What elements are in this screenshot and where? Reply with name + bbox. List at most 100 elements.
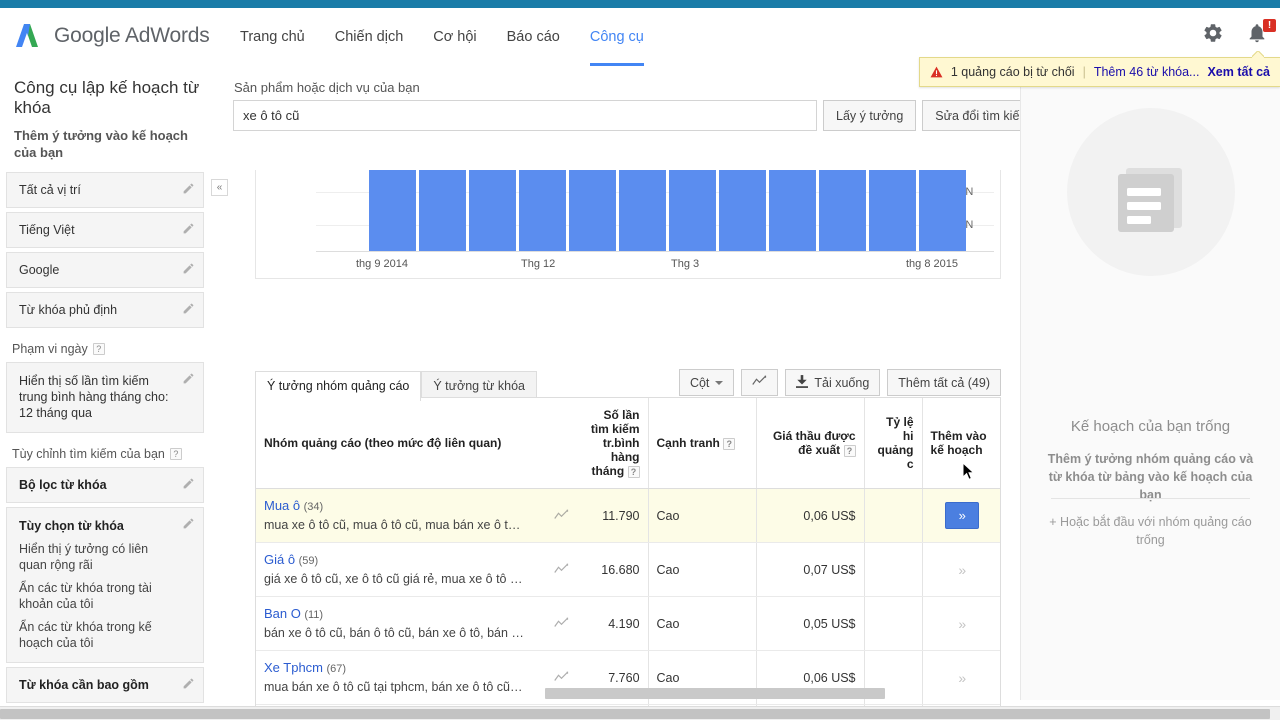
pencil-icon[interactable] xyxy=(182,477,195,490)
table-horizontal-scrollbar[interactable] xyxy=(545,688,885,699)
bell-icon[interactable]: ! xyxy=(1246,22,1272,52)
help-icon[interactable]: ? xyxy=(628,466,640,478)
axis-line xyxy=(316,251,994,252)
cell-ad-group[interactable]: Xe Tphcm (67) mua bán xe ô tô cũ tại tph… xyxy=(256,651,546,705)
cell-competition: Cao xyxy=(648,489,756,543)
chart-bar xyxy=(369,170,416,251)
cell-competition: Cao xyxy=(648,597,756,651)
pencil-icon[interactable] xyxy=(182,372,195,385)
chart-toggle-button[interactable] xyxy=(741,369,778,396)
chart-bar xyxy=(469,170,516,251)
ad-group-name[interactable]: Giá ô xyxy=(264,552,295,567)
search-volume-chart: 200 N 100 N thg 9 2014 Thg 12 Thg 3 thg … xyxy=(255,170,1001,279)
notification-view-all-link[interactable]: Xem tất cả xyxy=(1207,65,1270,79)
brand[interactable]: Google AdWords xyxy=(12,20,210,52)
chart-bar xyxy=(569,170,616,251)
targeting-option-language[interactable]: Tiếng Việt xyxy=(6,212,204,248)
cell-sparkline[interactable] xyxy=(546,597,576,651)
cell-ad-group[interactable]: Ban O (11) bán xe ô tô cũ, bán ô tô cũ, … xyxy=(256,597,546,651)
keywords-to-include-card[interactable]: Từ khóa cần bao gồm xyxy=(6,667,204,703)
ad-group-name[interactable]: Ban O xyxy=(264,606,301,621)
plan-divider xyxy=(1051,498,1250,499)
banner-pointer xyxy=(1252,51,1264,58)
collapse-sidebar-button[interactable]: « xyxy=(211,179,228,196)
cell-sparkline[interactable] xyxy=(546,489,576,543)
keyword-filters-card[interactable]: Bộ lọc từ khóa xyxy=(6,467,204,503)
nav-label: Chiến dịch xyxy=(335,29,404,45)
get-ideas-button[interactable]: Lấy ý tưởng xyxy=(823,100,916,131)
add-to-plan-button[interactable]: » xyxy=(945,502,979,529)
chart-bar xyxy=(619,170,666,251)
plan-empty-subtitle: Thêm ý tưởng nhóm quảng cáo và từ khóa t… xyxy=(1047,450,1254,504)
ad-group-name[interactable]: Mua ô xyxy=(264,498,300,513)
mouse-cursor xyxy=(962,462,975,486)
targeting-option-locations[interactable]: Tất cả vị trí xyxy=(6,172,204,208)
cell-add-to-plan[interactable]: » xyxy=(922,597,1001,651)
column-header-ad-group[interactable]: Nhóm quảng cáo (theo mức độ liên quan) xyxy=(256,398,576,489)
table-row[interactable]: Giá ô (59) giá xe ô tô cũ, xe ô tô cũ gi… xyxy=(256,543,1001,597)
cell-ad-group[interactable]: Mua ô (34) mua xe ô tô cũ, mua ô tô cũ, … xyxy=(256,489,546,543)
targeting-option-label: Google xyxy=(19,263,59,277)
keyword-options-card[interactable]: Tùy chọn từ khóa Hiển thị ý tưởng có liê… xyxy=(6,507,204,663)
add-to-plan-button[interactable]: » xyxy=(931,670,995,686)
cell-sparkline[interactable] xyxy=(546,543,576,597)
help-icon[interactable]: ? xyxy=(170,448,182,460)
customize-search-section-label: Tùy chỉnh tìm kiếm của bạn ? xyxy=(12,447,204,461)
notification-banner[interactable]: 1 quảng cáo bị từ chối | Thêm 46 từ khóa… xyxy=(919,57,1280,87)
table-row[interactable]: Mua ô (34) mua xe ô tô cũ, mua ô tô cũ, … xyxy=(256,489,1001,543)
column-header-competition[interactable]: Cạnh tranh ? xyxy=(648,398,756,489)
nav-item-chien-dich[interactable]: Chiến dịch xyxy=(320,8,419,66)
help-icon[interactable]: ? xyxy=(844,445,856,457)
ad-group-count: (59) xyxy=(299,555,319,567)
column-header-avg-searches[interactable]: Số lần tìm kiếm tr.bình hàng tháng ? xyxy=(576,398,648,489)
columns-button[interactable]: Cột xyxy=(679,369,734,396)
nav-item-trang-chu[interactable]: Trang chủ xyxy=(225,8,320,66)
cell-add-to-plan[interactable]: » xyxy=(922,543,1001,597)
pencil-icon[interactable] xyxy=(182,222,195,235)
help-icon[interactable]: ? xyxy=(723,438,735,450)
cell-ad-group[interactable]: Giá ô (59) giá xe ô tô cũ, xe ô tô cũ gi… xyxy=(256,543,546,597)
table-toolbar: Cột Tải xuống Thêm tất cả (49) xyxy=(679,369,1001,396)
pencil-icon[interactable] xyxy=(182,182,195,195)
warning-triangle-icon xyxy=(930,66,943,78)
tab-ad-group-ideas[interactable]: Ý tưởng nhóm quảng cáo xyxy=(255,371,421,401)
nav-label: Công cụ xyxy=(590,29,644,45)
start-empty-ad-group-link[interactable]: + Hoặc bắt đầu với nhóm quảng cáo trống xyxy=(1047,513,1254,549)
ad-group-count: (67) xyxy=(327,663,347,675)
add-to-plan-button[interactable]: » xyxy=(931,562,995,578)
nav-item-bao-cao[interactable]: Báo cáo xyxy=(492,8,575,66)
date-range-value-card[interactable]: Hiển thị số lần tìm kiếm trung bình hàng… xyxy=(6,362,204,433)
targeting-option-network[interactable]: Google xyxy=(6,252,204,288)
nav-item-cong-cu[interactable]: Công cụ xyxy=(575,8,659,66)
pencil-icon[interactable] xyxy=(182,517,195,530)
page-scrollbar[interactable] xyxy=(0,706,1280,720)
x-axis-tick: thg 8 2015 xyxy=(906,258,958,270)
nav-label: Cơ hội xyxy=(433,29,476,45)
help-icon[interactable]: ? xyxy=(93,343,105,355)
table-body: Mua ô (34) mua xe ô tô cũ, mua ô tô cũ, … xyxy=(256,489,1001,720)
cell-add-to-plan[interactable]: » xyxy=(922,489,1001,543)
chart-plot: 200 N 100 N thg 9 2014 Thg 12 Thg 3 thg … xyxy=(256,170,1001,279)
chart-bar xyxy=(769,170,816,251)
search-input[interactable] xyxy=(233,100,817,131)
main-nav: Trang chủ Chiến dịch Cơ hội Báo cáo Công… xyxy=(225,8,659,66)
targeting-option-negative-keywords[interactable]: Từ khóa phủ định xyxy=(6,292,204,328)
nav-item-co-hoi[interactable]: Cơ hội xyxy=(418,8,491,66)
pencil-icon[interactable] xyxy=(182,262,195,275)
column-header-impression-share[interactable]: Tỷ lệ hi quảng c xyxy=(864,398,922,489)
download-button[interactable]: Tải xuống xyxy=(785,369,880,396)
page-title: Công cụ lập kế hoạch từ khóa xyxy=(14,78,208,118)
gear-icon[interactable] xyxy=(1202,22,1228,52)
notification-link[interactable]: Thêm 46 từ khóa... xyxy=(1094,65,1200,79)
ad-group-keywords: bán xe ô tô cũ, bán ô tô cũ, bán xe ô tô… xyxy=(264,625,538,641)
cell-add-to-plan[interactable]: » xyxy=(922,651,1001,705)
page-scrollbar-thumb[interactable] xyxy=(0,709,1270,719)
pencil-icon[interactable] xyxy=(182,302,195,315)
add-to-plan-button[interactable]: » xyxy=(931,616,995,632)
ad-group-ideas-table: Nhóm quảng cáo (theo mức độ liên quan) S… xyxy=(256,398,1001,720)
add-all-button[interactable]: Thêm tất cả (49) xyxy=(887,369,1001,396)
pencil-icon[interactable] xyxy=(182,677,195,690)
table-row[interactable]: Ban O (11) bán xe ô tô cũ, bán ô tô cũ, … xyxy=(256,597,1001,651)
ad-group-name[interactable]: Xe Tphcm xyxy=(264,660,323,675)
column-header-suggested-bid[interactable]: Giá thầu được đề xuất ? xyxy=(756,398,864,489)
